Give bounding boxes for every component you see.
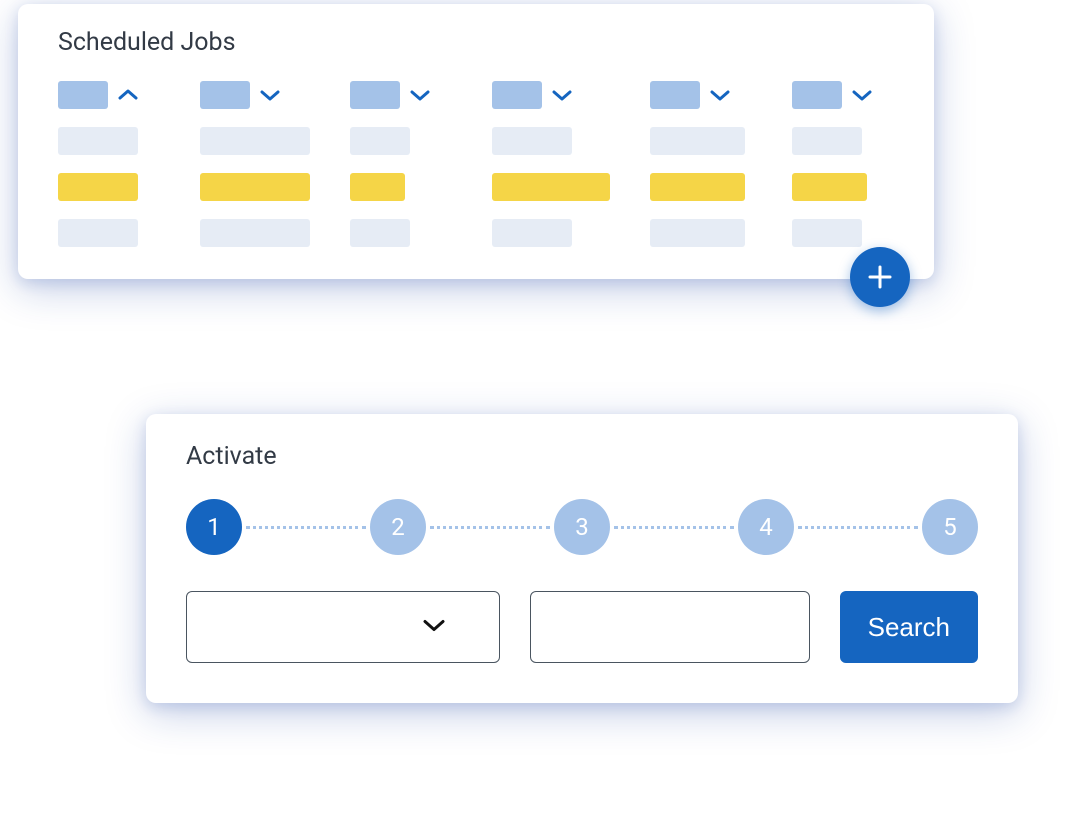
activate-card-title: Activate (186, 442, 978, 471)
job-cell (350, 127, 410, 155)
column-header-6[interactable] (792, 81, 894, 109)
step-5[interactable]: 5 (922, 499, 978, 555)
job-cell (58, 127, 138, 155)
job-cell (792, 219, 862, 247)
job-cell (350, 219, 410, 247)
step-4[interactable]: 4 (738, 499, 794, 555)
col-header-box (492, 81, 542, 109)
step-connector (246, 526, 366, 529)
step-3[interactable]: 3 (554, 499, 610, 555)
job-cell-highlight (792, 173, 867, 201)
col-header-box (350, 81, 400, 109)
chevron-down-icon (710, 89, 730, 101)
plus-icon (866, 263, 894, 291)
search-form: Search (186, 591, 978, 663)
stepper: 1 2 3 4 5 (186, 499, 978, 555)
job-cell-highlight (650, 173, 745, 201)
activate-card: Activate 1 2 3 4 5 Search (146, 414, 1018, 703)
job-cell (200, 219, 310, 247)
step-connector (798, 526, 918, 529)
chevron-down-icon (260, 89, 280, 101)
job-cell (200, 127, 310, 155)
column-header-3[interactable] (350, 81, 452, 109)
job-cell (492, 219, 572, 247)
jobs-card-title: Scheduled Jobs (58, 28, 894, 57)
job-cell (58, 219, 138, 247)
search-button[interactable]: Search (840, 591, 978, 663)
step-connector (614, 526, 734, 529)
job-cell (492, 127, 572, 155)
jobs-grid (58, 81, 894, 247)
chevron-down-icon (423, 617, 445, 638)
job-cell-highlight (58, 173, 138, 201)
col-header-box (58, 81, 108, 109)
job-cell (792, 127, 862, 155)
job-cell-highlight (200, 173, 310, 201)
scheduled-jobs-card: Scheduled Jobs (18, 4, 934, 279)
job-cell-highlight (350, 173, 405, 201)
add-job-button[interactable] (850, 247, 910, 307)
job-cell (650, 219, 745, 247)
col-header-box (650, 81, 700, 109)
select-field[interactable] (186, 591, 500, 663)
column-header-4[interactable] (492, 81, 610, 109)
chevron-down-icon (410, 89, 430, 101)
step-1[interactable]: 1 (186, 499, 242, 555)
job-cell-highlight (492, 173, 610, 201)
col-header-box (200, 81, 250, 109)
step-2[interactable]: 2 (370, 499, 426, 555)
column-header-2[interactable] (200, 81, 310, 109)
chevron-down-icon (552, 89, 572, 101)
chevron-down-icon (852, 89, 872, 101)
column-header-1[interactable] (58, 81, 160, 109)
col-header-box (792, 81, 842, 109)
column-header-5[interactable] (650, 81, 752, 109)
chevron-up-icon (118, 89, 138, 101)
step-connector (430, 526, 550, 529)
search-input[interactable] (530, 591, 810, 663)
job-cell (650, 127, 745, 155)
